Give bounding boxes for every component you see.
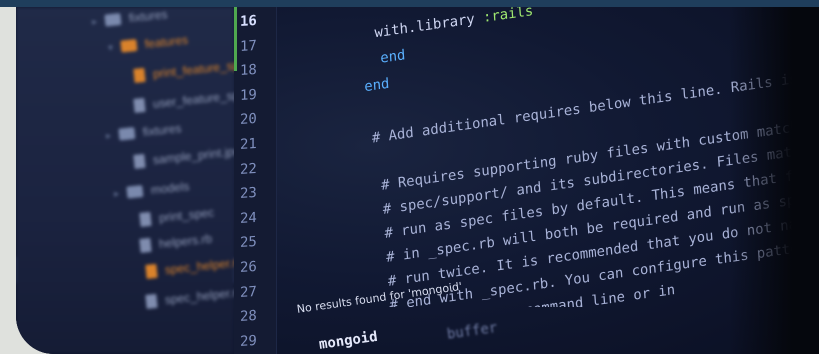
sidebar-item-label: spec_helper.rb [164, 254, 244, 277]
code-editor-screen: ▸ fixtures ▾ features print_feature_spec user… [16, 7, 806, 354]
sidebar-item[interactable]: sample_print.jpg [133, 144, 241, 169]
chevron-right-icon[interactable]: ▸ [91, 16, 97, 27]
sidebar-item-label: fixtures [142, 121, 183, 140]
sidebar-item[interactable]: spec_helper.rb [145, 255, 244, 279]
line-number: 29 [240, 332, 257, 350]
sidebar-item[interactable]: ▸ fixtures [91, 7, 168, 29]
sidebar-item[interactable]: helpers.rb [139, 231, 213, 253]
file-icon [139, 237, 152, 253]
folder-icon [126, 184, 144, 199]
sidebar-item-label: sample_print.jpg [152, 143, 242, 167]
sidebar-item[interactable]: ▾ features [107, 33, 188, 55]
line-number: 16 [240, 12, 257, 31]
file-tree-sidebar: ▸ fixtures ▾ features print_feature_spec user… [16, 7, 252, 354]
sidebar-item[interactable]: ▸ models [113, 179, 190, 201]
line-number: 27 [240, 283, 257, 301]
line-number: 28 [240, 308, 257, 326]
file-icon [145, 263, 158, 279]
file-icon [133, 97, 146, 113]
sidebar-item[interactable]: print_spec [139, 205, 215, 227]
sidebar-item[interactable]: spec_helper.rb [145, 285, 244, 309]
file-icon [133, 153, 146, 169]
line-number: 20 [240, 111, 257, 129]
line-number: 19 [240, 86, 257, 104]
folder-icon [104, 12, 122, 27]
code-area[interactable]: with.library :rails end end # Add additi… [278, 7, 806, 307]
buffer-label: buffer [446, 319, 499, 343]
sidebar-item-label: helpers.rb [158, 231, 213, 251]
line-number: 17 [240, 37, 257, 55]
sidebar-item-label: print_spec [158, 205, 215, 225]
chevron-right-icon[interactable]: ▸ [113, 188, 119, 199]
sidebar-item[interactable]: ▸ fixtures [105, 121, 182, 143]
top-edge-band [0, 0, 819, 7]
modified-line-marker [234, 7, 237, 71]
folder-icon [120, 38, 138, 53]
file-icon [133, 67, 146, 83]
folder-icon [118, 126, 136, 141]
file-icon [145, 293, 158, 309]
code-text: end [363, 75, 390, 96]
file-icon [139, 211, 152, 227]
line-number: 23 [240, 185, 257, 203]
line-number: 18 [240, 62, 257, 80]
sidebar-item-label: features [144, 32, 189, 52]
sidebar-item-label: fixtures [128, 7, 169, 26]
sidebar-item-label: spec_helper.rb [164, 284, 244, 307]
line-number: 25 [240, 234, 257, 252]
chevron-right-icon[interactable]: ▸ [105, 130, 111, 141]
line-number: 22 [240, 160, 257, 178]
search-term: mongoid [318, 328, 379, 353]
line-number: 26 [240, 258, 257, 277]
chevron-down-icon[interactable]: ▾ [107, 42, 113, 53]
monitor: ▸ fixtures ▾ features print_feature_spec user… [16, 7, 819, 354]
line-number-gutter [234, 7, 277, 354]
line-number: 21 [240, 135, 257, 154]
line-number: 24 [240, 209, 257, 227]
sidebar-item-label: models [150, 179, 191, 198]
